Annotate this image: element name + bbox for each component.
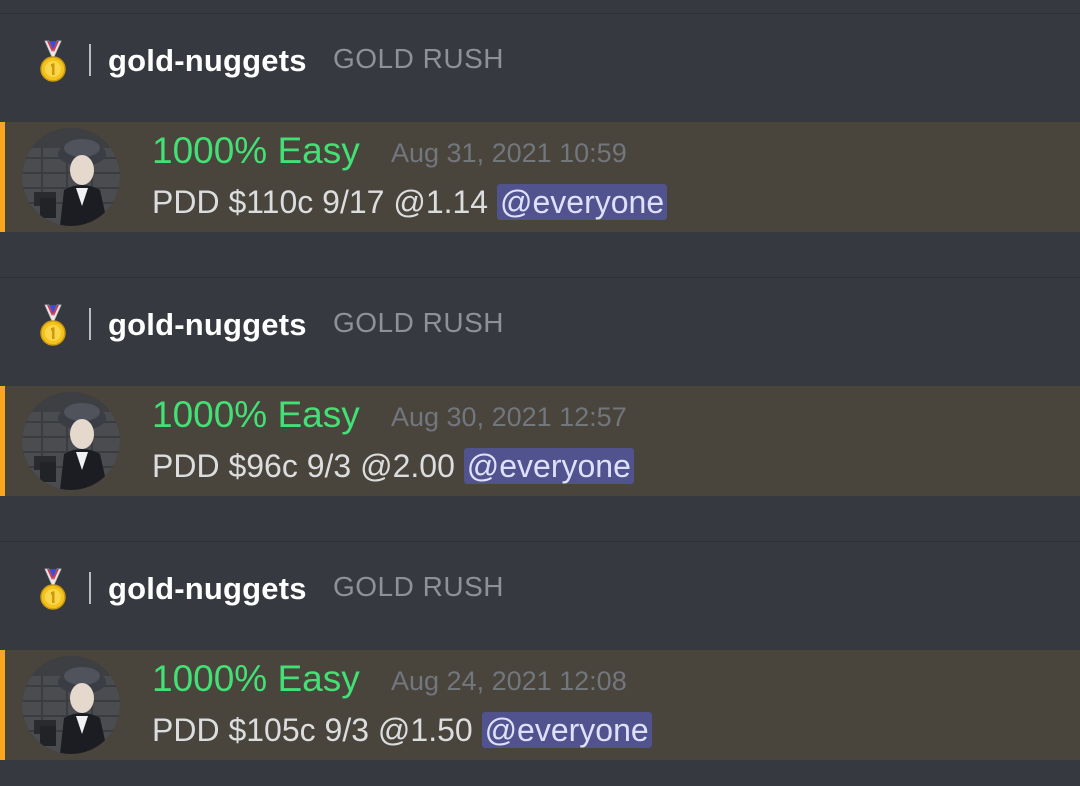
message-content: PDD $96c 9/3 @2.00 @everyone [152, 448, 634, 485]
everyone-mention[interactable]: @everyone [481, 712, 652, 748]
message-text: PDD $110c 9/17 @1.14 [152, 184, 489, 220]
medal-icon [36, 39, 70, 83]
channel-header[interactable]: gold-nuggets GOLD RUSH [0, 271, 1080, 379]
message-content: PDD $110c 9/17 @1.14 @everyone [152, 184, 668, 221]
channel-separator [89, 44, 91, 76]
everyone-mention[interactable]: @everyone [463, 448, 634, 484]
channel-separator [89, 572, 91, 604]
message-author[interactable]: 1000% Easy [152, 658, 360, 700]
mention-highlight-bar [0, 122, 5, 232]
avatar[interactable] [22, 392, 120, 490]
message-item[interactable]: 1000% Easy Aug 30, 2021 12:57 PDD $96c 9… [0, 386, 1080, 496]
channel-name[interactable]: gold-nuggets [108, 43, 307, 79]
message-content: PDD $105c 9/3 @1.50 @everyone [152, 712, 652, 749]
mention-highlight-bar [0, 650, 5, 760]
server-name: GOLD RUSH [333, 571, 504, 602]
message-text: PDD $105c 9/3 @1.50 [152, 712, 473, 748]
channel-name[interactable]: gold-nuggets [108, 571, 307, 607]
message-timestamp: Aug 30, 2021 12:57 [391, 402, 627, 432]
channel-separator [89, 308, 91, 340]
channel-name[interactable]: gold-nuggets [108, 307, 307, 343]
message-timestamp: Aug 24, 2021 12:08 [391, 666, 627, 696]
message-item[interactable]: 1000% Easy Aug 24, 2021 12:08 PDD $105c … [0, 650, 1080, 760]
avatar[interactable] [22, 656, 120, 754]
message-text: PDD $96c 9/3 @2.00 [152, 448, 455, 484]
channel-header[interactable]: gold-nuggets GOLD RUSH [0, 535, 1080, 643]
mention-highlight-bar [0, 386, 5, 496]
message-item[interactable]: 1000% Easy Aug 31, 2021 10:59 PDD $110c … [0, 122, 1080, 232]
channel-header[interactable]: gold-nuggets GOLD RUSH [0, 7, 1080, 115]
message-author[interactable]: 1000% Easy [152, 394, 360, 436]
message-feed: gold-nuggets GOLD RUSH 1000% Easy Aug 31… [0, 0, 1080, 786]
server-name: GOLD RUSH [333, 43, 504, 74]
avatar[interactable] [22, 128, 120, 226]
everyone-mention[interactable]: @everyone [496, 184, 668, 220]
medal-icon [36, 303, 70, 347]
message-author[interactable]: 1000% Easy [152, 130, 360, 172]
server-name: GOLD RUSH [333, 307, 504, 338]
message-timestamp: Aug 31, 2021 10:59 [391, 138, 627, 168]
medal-icon [36, 567, 70, 611]
